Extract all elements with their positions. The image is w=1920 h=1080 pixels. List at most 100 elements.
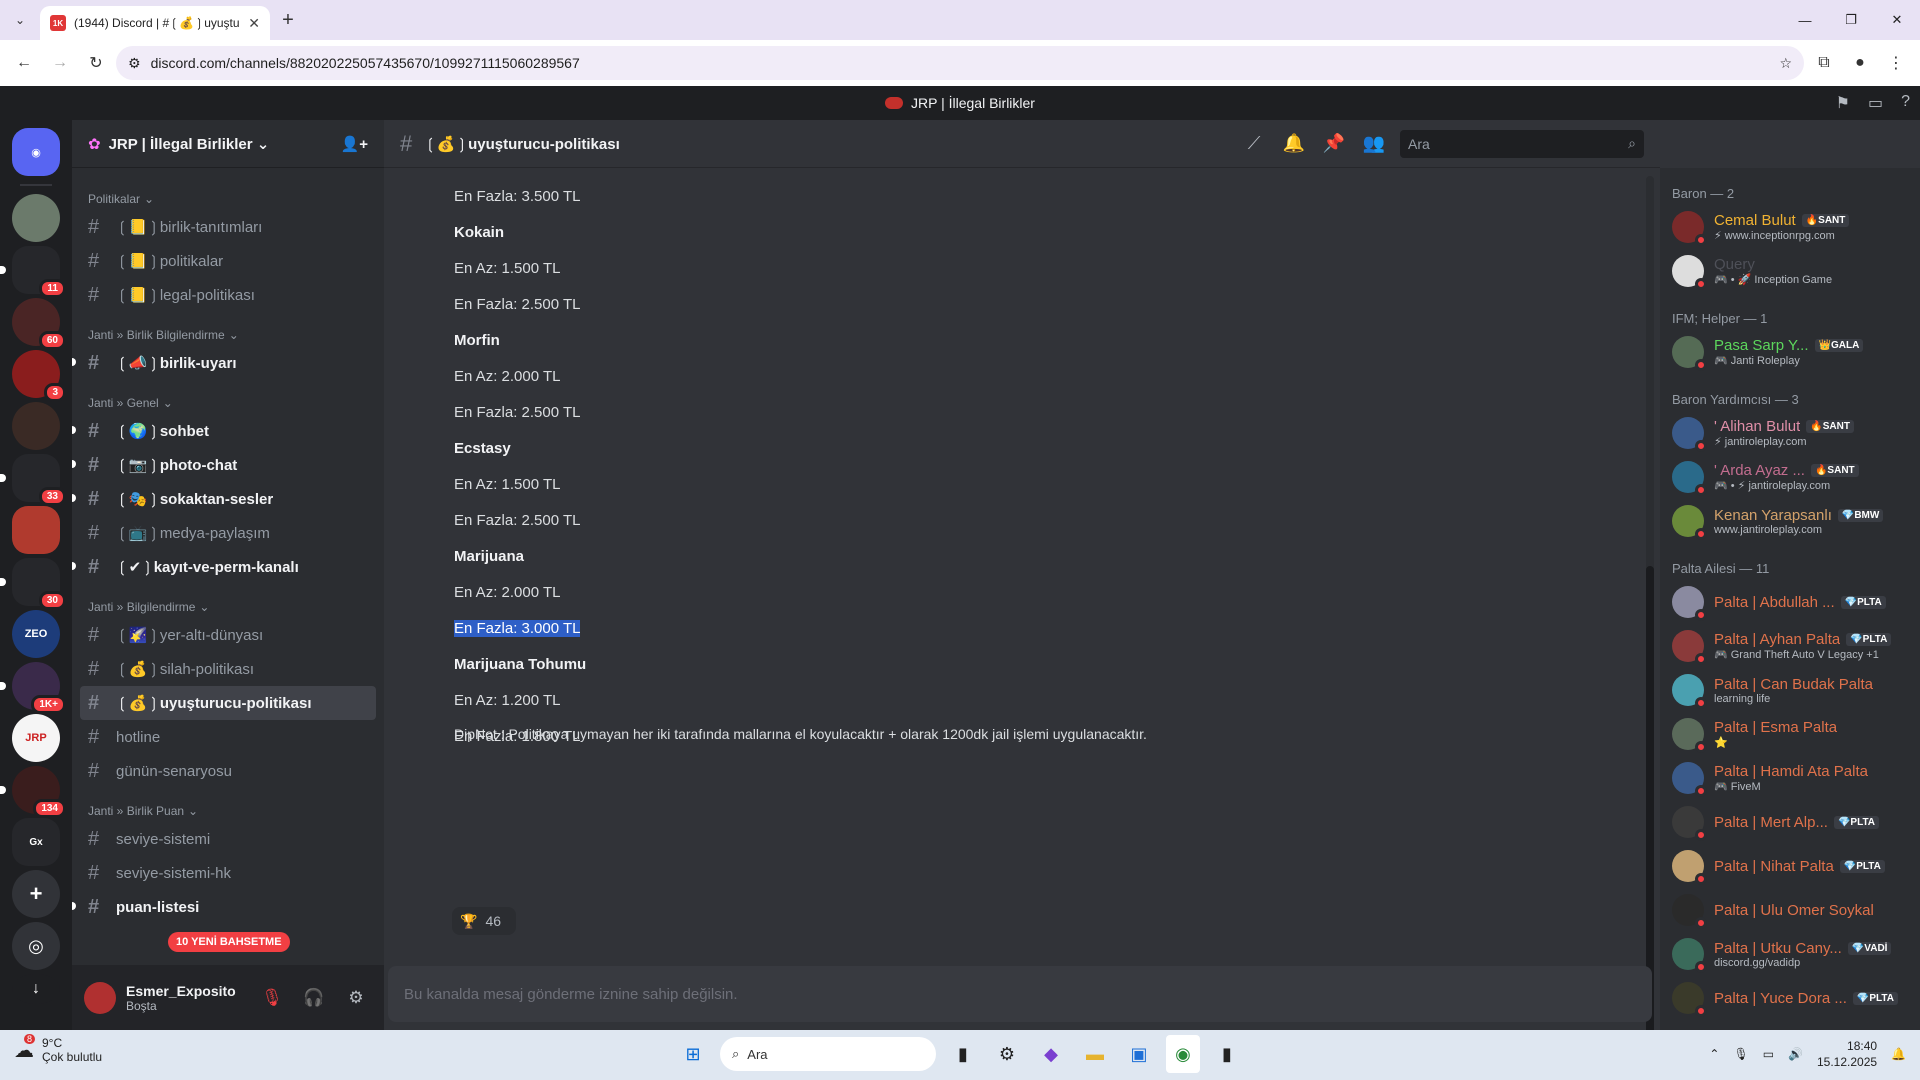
network-icon[interactable]: ▭ (1763, 1047, 1774, 1061)
microsoft-store-icon[interactable]: ▣ (1122, 1035, 1156, 1073)
channel-item[interactable]: # ❲📷❳photo-chat (72, 448, 376, 482)
server-icon[interactable]: 60 (12, 298, 66, 350)
server-icon[interactable]: 1K+ (0, 662, 66, 714)
chrome-icon[interactable]: ◉ (1166, 1035, 1200, 1073)
reaction-button[interactable]: 🏆 46 (452, 907, 516, 935)
channel-item[interactable]: # ❲🌍❳sohbet (72, 414, 376, 448)
channel-category[interactable]: Janti » Birlik Puan ⌄ (80, 788, 376, 822)
avatar[interactable] (84, 981, 116, 1014)
member-list-icon[interactable]: 👥 (1360, 133, 1388, 154)
server-icon[interactable]: ZEO (12, 610, 60, 658)
back-arrow-icon[interactable]: ← (8, 47, 40, 79)
server-folder[interactable]: 30 (0, 558, 66, 610)
channel-item[interactable]: # ❲💰❳uyuşturucu-politikası (80, 686, 376, 720)
member-item[interactable]: Kenan Yarapsanlı 💎BMW www.jantiroleplay.co… (1664, 499, 1916, 543)
notifications-icon[interactable]: 🔔 (1891, 1047, 1906, 1061)
member-item[interactable]: Palta | Ulu Omer Soykal (1664, 888, 1916, 932)
server-icon[interactable]: 134 (0, 766, 66, 818)
channel-item[interactable]: # ❲🎭❳sokaktan-sesler (72, 482, 376, 516)
server-icon-active[interactable] (12, 506, 60, 554)
server-icon[interactable] (12, 402, 60, 450)
new-tab-button[interactable]: + (270, 9, 306, 32)
server-folder[interactable]: 33 (0, 454, 66, 506)
windows-start-icon[interactable]: ⊞ (676, 1035, 710, 1073)
minimize-icon[interactable]: — (1782, 0, 1828, 40)
server-header[interactable]: ✿ JRP | İllegal Birlikler ⌄ 👤+ (72, 120, 384, 168)
reload-icon[interactable]: ↻ (80, 47, 112, 79)
help-icon[interactable]: ? (1901, 93, 1910, 113)
member-item[interactable]: ' Arda Ayaz ... 🔥SANT 🎮 • ⚡ jantiroleplay.… (1664, 455, 1916, 499)
threads-icon[interactable]: ⟋ (1240, 133, 1268, 154)
member-item[interactable]: ' Alihan Bulut 🔥SANT ⚡ jantiroleplay.com (1664, 411, 1916, 455)
channel-item[interactable]: # hotline (80, 720, 376, 754)
channel-category[interactable]: Janti » Birlik Bilgilendirme ⌄ (80, 312, 376, 346)
channel-item[interactable]: # ❲💰❳silah-politikası (80, 652, 376, 686)
download-icon[interactable]: ↓ (12, 974, 60, 1004)
steam-icon[interactable]: ⚙ (990, 1035, 1024, 1073)
channel-item[interactable]: # ❲✔❳kayıt-ve-perm-kanalı (72, 550, 376, 584)
browser-tab[interactable]: 1K (1944) Discord | #❲💰❳uyuşturu ✕ (40, 6, 270, 40)
inbox-icon[interactable]: ▭ (1868, 93, 1883, 113)
member-item[interactable]: Palta | Nihat Palta 💎PLTA (1664, 844, 1916, 888)
forward-arrow-icon[interactable]: → (44, 47, 76, 79)
channel-item[interactable]: # ❲📺❳medya-paylaşım (80, 516, 376, 550)
headphones-icon[interactable]: 🎧 (298, 988, 330, 1008)
member-item[interactable]: Palta | Abdullah ... 💎PLTA (1664, 580, 1916, 624)
mute-microphone-icon[interactable]: 🎙 (256, 988, 288, 1008)
microsoft-365-icon[interactable]: ◆ (1034, 1035, 1068, 1073)
settings-gear-icon[interactable]: ⚙ (340, 988, 372, 1008)
new-mentions-pill[interactable]: 10 YENİ BAHSETME (168, 932, 290, 952)
member-item[interactable]: Palta | Hamdi Ata Palta 🎮 FiveM (1664, 756, 1916, 800)
microphone-icon[interactable]: 🎙 (1733, 1047, 1748, 1061)
member-item[interactable]: Palta | Utku Cany... 💎VADİ discord.gg/vadi… (1664, 932, 1916, 976)
channel-item[interactable]: # günün-senaryosu (80, 754, 376, 788)
server-icon[interactable]: JRP (12, 714, 60, 762)
channel-item[interactable]: # seviye-sistemi (80, 822, 376, 856)
browser-menu-icon[interactable]: ⋮ (1880, 47, 1912, 79)
member-item[interactable]: Palta | Yuce Dora ... 💎PLTA (1664, 976, 1916, 1020)
task-view-icon[interactable]: ▮ (946, 1035, 980, 1073)
invite-people-icon[interactable]: 👤+ (341, 135, 368, 153)
channel-item[interactable]: # ❲📣❳birlik-uyarı (72, 346, 376, 380)
file-explorer-icon[interactable]: ▬ (1078, 1035, 1112, 1073)
discord-home-icon[interactable]: ◉ (12, 128, 60, 176)
channel-category[interactable]: Janti » Genel ⌄ (80, 380, 376, 414)
member-item[interactable]: Palta | Esma Palta ⭐ (1664, 712, 1916, 756)
member-item[interactable]: Palta | Ayhan Palta 💎PLTA 🎮 Grand Theft Au… (1664, 624, 1916, 668)
channel-item[interactable]: # ❲🌠❳yer-altı-dünyası (80, 618, 376, 652)
channel-item[interactable]: # ❲📒❳legal-politikası (80, 278, 376, 312)
flag-icon[interactable]: ⚑ (1836, 93, 1850, 113)
channel-item[interactable]: # seviye-sistemi-hk (80, 856, 376, 890)
weather-widget[interactable]: ☁ 8 9°C Çok bulutlu (14, 1033, 102, 1064)
channel-item[interactable]: # ❲📒❳birlik-tanıtımları (80, 210, 376, 244)
server-folder[interactable]: Gx (12, 818, 60, 866)
tab-search-dropdown-icon[interactable]: ⌄ (0, 0, 40, 40)
site-info-icon[interactable]: ⚙ (128, 55, 141, 72)
member-item[interactable]: Palta | Can Budak Palta learning life (1664, 668, 1916, 712)
discover-icon[interactable]: ◎ (12, 922, 60, 970)
channel-item[interactable]: # ❲📒❳politikalar (80, 244, 376, 278)
notification-bell-icon[interactable]: 🔔 (1280, 133, 1308, 154)
member-item[interactable]: Pasa Sarp Y... 👑GALA 🎮 Janti Roleplay (1664, 330, 1916, 374)
clock[interactable]: 18:40 15.12.2025 (1817, 1038, 1877, 1070)
profile-avatar-icon[interactable]: ● (1844, 47, 1876, 79)
member-item[interactable]: Query 🎮 • 🚀 Inception Game (1664, 249, 1916, 293)
taskbar-search[interactable]: ⌕ Ara (720, 1037, 936, 1071)
restore-icon[interactable]: ❐ (1828, 0, 1874, 40)
channel-category[interactable]: Janti » Bilgilendirme ⌄ (80, 584, 376, 618)
server-folder[interactable]: 11 (0, 246, 66, 298)
game-app-icon[interactable]: ▮ (1210, 1035, 1244, 1073)
address-bar[interactable]: ⚙ discord.com/channels/88202022505743567… (116, 46, 1804, 80)
scrollbar[interactable] (1646, 176, 1654, 1066)
server-icon[interactable]: 3 (12, 350, 66, 402)
channel-item[interactable]: # puan-listesi (72, 890, 376, 924)
tray-chevron-icon[interactable]: ⌃ (1709, 1047, 1719, 1061)
search-input[interactable]: Ara ⌕ (1400, 129, 1644, 158)
close-tab-icon[interactable]: ✕ (248, 15, 260, 32)
channel-category[interactable]: Politikalar ⌄ (80, 176, 376, 210)
pinned-messages-icon[interactable]: 📌 (1320, 133, 1348, 154)
volume-icon[interactable]: 🔊 (1788, 1047, 1803, 1061)
add-server-icon[interactable]: + (12, 870, 60, 918)
extensions-icon[interactable]: ⧉ (1808, 47, 1840, 79)
close-window-icon[interactable]: ✕ (1874, 0, 1920, 40)
